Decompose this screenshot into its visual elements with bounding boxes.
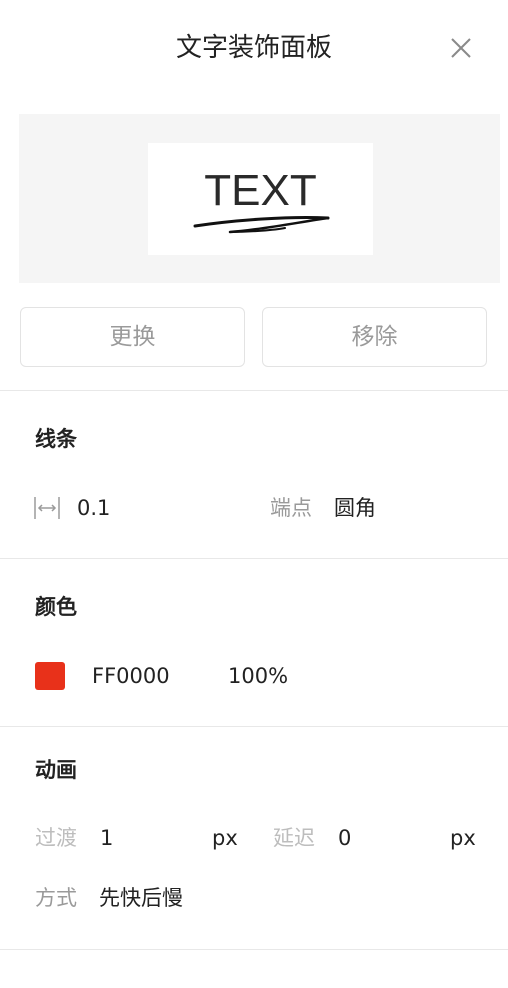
mode-select[interactable]: 先快后慢 (99, 884, 183, 912)
divider (0, 558, 508, 559)
delay-label: 延迟 (273, 826, 315, 850)
stroke-width-icon (34, 497, 60, 519)
decoration-stroke-preview (193, 215, 330, 234)
color-swatch[interactable] (35, 662, 65, 690)
close-button[interactable] (446, 33, 476, 63)
replace-button[interactable]: 更换 (20, 307, 245, 367)
color-hex-input[interactable]: FF0000 (92, 662, 170, 690)
panel-title: 文字装饰面板 (175, 33, 332, 63)
line-section-title: 线条 (35, 427, 77, 451)
endpoint-label: 端点 (270, 496, 312, 520)
color-opacity-input[interactable]: 100% (228, 662, 288, 690)
stroke-width-input[interactable]: 0.1 (77, 494, 197, 522)
mode-label: 方式 (35, 886, 77, 910)
remove-button[interactable]: 移除 (262, 307, 487, 367)
delay-input[interactable]: 0 (338, 824, 438, 852)
endpoint-select[interactable]: 圆角 (334, 494, 376, 522)
divider (0, 390, 508, 391)
transition-unit: px (212, 826, 238, 850)
divider (0, 726, 508, 727)
transition-label: 过渡 (35, 826, 77, 850)
delay-unit: px (450, 826, 476, 850)
color-section-title: 颜色 (35, 595, 77, 619)
close-icon (451, 38, 471, 58)
transition-input[interactable]: 1 (100, 824, 200, 852)
animation-section-title: 动画 (35, 758, 77, 782)
divider (0, 949, 508, 950)
